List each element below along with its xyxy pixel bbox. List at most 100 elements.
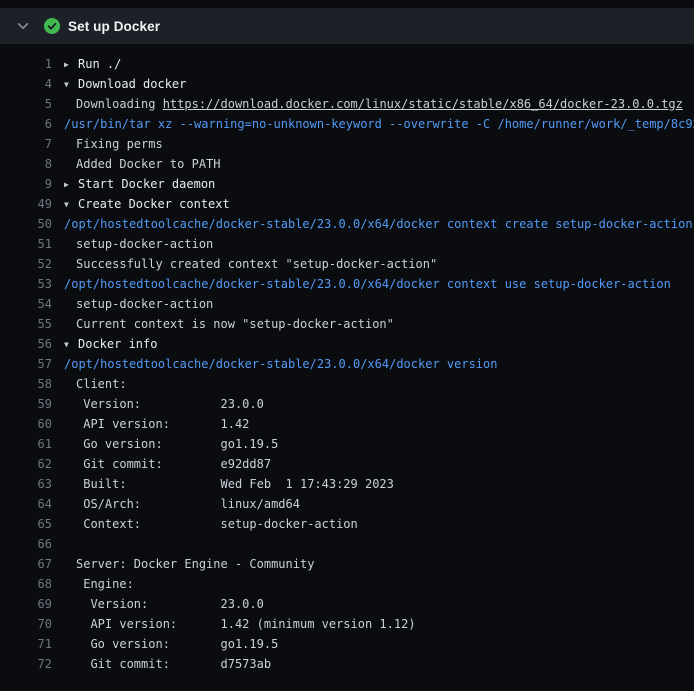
log-text: Git commit: e92dd87 (64, 454, 694, 474)
line-number[interactable]: 57 (0, 354, 52, 374)
log-line: 60 API version: 1.42 (0, 414, 694, 434)
log-command: /opt/hostedtoolcache/docker-stable/23.0.… (64, 274, 694, 294)
log-line: 9 ▶Start Docker daemon (0, 174, 694, 194)
line-number[interactable]: 8 (0, 154, 52, 174)
log-line: 53/opt/hostedtoolcache/docker-stable/23.… (0, 274, 694, 294)
line-number[interactable]: 59 (0, 394, 52, 414)
log-line: 52 Successfully created context "setup-do… (0, 254, 694, 274)
log-text: Current context is now "setup-docker-act… (64, 314, 694, 334)
log-line: 70 API version: 1.42 (minimum version 1.… (0, 614, 694, 634)
log-text (64, 534, 694, 554)
log-text: Built: Wed Feb 1 17:43:29 2023 (64, 474, 694, 494)
log-text: Added Docker to PATH (64, 154, 694, 174)
log-line: 1 ▶Run ./ (0, 54, 694, 74)
log-text: setup-docker-action (64, 294, 694, 314)
line-number[interactable]: 51 (0, 234, 52, 254)
line-number[interactable]: 69 (0, 594, 52, 614)
line-number[interactable]: 9 (0, 174, 52, 194)
log-line: 56 ▼Docker info (0, 334, 694, 354)
line-number[interactable]: 61 (0, 434, 52, 454)
line-number[interactable]: 60 (0, 414, 52, 434)
log-line: 49 ▼Create Docker context (0, 194, 694, 214)
log-text: Version: 23.0.0 (64, 394, 694, 414)
log-line: 69 Version: 23.0.0 (0, 594, 694, 614)
chevron-down-icon[interactable] (16, 18, 30, 34)
log-group-header[interactable]: ▶Run ./ (64, 54, 694, 74)
log-group-header[interactable]: ▼Download docker (64, 74, 694, 94)
line-number[interactable]: 4 (0, 74, 52, 94)
log-line: 64 OS/Arch: linux/amd64 (0, 494, 694, 514)
line-number[interactable]: 67 (0, 554, 52, 574)
log-line: 55 Current context is now "setup-docker-a… (0, 314, 694, 334)
log-group-header[interactable]: ▼Create Docker context (64, 194, 694, 214)
log-container: 1▶Run ./4▼Download docker5Downloading ht… (0, 44, 694, 674)
triangle-down-icon: ▼ (64, 335, 78, 354)
line-number[interactable]: 5 (0, 94, 52, 114)
log-group-header[interactable]: ▼Docker info (64, 334, 694, 354)
log-line: 7 Fixing perms (0, 134, 694, 154)
log-command: /usr/bin/tar xz --warning=no-unknown-key… (64, 114, 694, 134)
log-text-prefix: Downloading (76, 97, 163, 111)
log-text: API version: 1.42 (64, 414, 694, 434)
line-number[interactable]: 6 (0, 114, 52, 134)
log-line: 62 Git commit: e92dd87 (0, 454, 694, 474)
log-text: Successfully created context "setup-dock… (64, 254, 694, 274)
line-number[interactable]: 52 (0, 254, 52, 274)
log-line: 63 Built: Wed Feb 1 17:43:29 2023 (0, 474, 694, 494)
line-number[interactable]: 58 (0, 374, 52, 394)
log-line: 57/opt/hostedtoolcache/docker-stable/23.… (0, 354, 694, 374)
log-line: 67 Server: Docker Engine - Community (0, 554, 694, 574)
line-number[interactable]: 63 (0, 474, 52, 494)
log-line: 68 Engine: (0, 574, 694, 594)
line-number[interactable]: 56 (0, 334, 52, 354)
log-line: 61 Go version: go1.19.5 (0, 434, 694, 454)
log-text: OS/Arch: linux/amd64 (64, 494, 694, 514)
line-number[interactable]: 7 (0, 134, 52, 154)
log-line: 50/opt/hostedtoolcache/docker-stable/23.… (0, 214, 694, 234)
triangle-right-icon: ▶ (64, 55, 78, 74)
line-number[interactable]: 65 (0, 514, 52, 534)
log-text: Context: setup-docker-action (64, 514, 694, 534)
log-text: Version: 23.0.0 (64, 594, 694, 614)
group-title: Start Docker daemon (78, 177, 215, 191)
line-number[interactable]: 49 (0, 194, 52, 214)
line-number[interactable]: 54 (0, 294, 52, 314)
log-text: setup-docker-action (64, 234, 694, 254)
log-text: Downloading https://download.docker.com/… (64, 94, 694, 114)
line-number[interactable]: 70 (0, 614, 52, 634)
log-text: API version: 1.42 (minimum version 1.12) (64, 614, 694, 634)
log-line: 66 (0, 534, 694, 554)
log-line: 65 Context: setup-docker-action (0, 514, 694, 534)
check-circle-success-icon (44, 18, 60, 34)
log-line: 5 Downloading https://download.docker.com… (0, 94, 694, 114)
log-line: 59 Version: 23.0.0 (0, 394, 694, 414)
log-line: 4 ▼Download docker (0, 74, 694, 94)
line-number[interactable]: 1 (0, 54, 52, 74)
step-header[interactable]: Set up Docker (0, 8, 694, 44)
step-title: Set up Docker (68, 19, 160, 34)
group-title: Download docker (78, 77, 186, 91)
log-link[interactable]: https://download.docker.com/linux/static… (163, 97, 683, 111)
line-number[interactable]: 66 (0, 534, 52, 554)
line-number[interactable]: 55 (0, 314, 52, 334)
line-number[interactable]: 50 (0, 214, 52, 234)
log-line: 8 Added Docker to PATH (0, 154, 694, 174)
log-text: Fixing perms (64, 134, 694, 154)
log-text: Server: Docker Engine - Community (64, 554, 694, 574)
log-group-header[interactable]: ▶Start Docker daemon (64, 174, 694, 194)
log-line: 72 Git commit: d7573ab (0, 654, 694, 674)
log-text: Go version: go1.19.5 (64, 434, 694, 454)
line-number[interactable]: 71 (0, 634, 52, 654)
group-title: Create Docker context (78, 197, 230, 211)
line-number[interactable]: 62 (0, 454, 52, 474)
log-line: 71 Go version: go1.19.5 (0, 634, 694, 654)
line-number[interactable]: 64 (0, 494, 52, 514)
line-number[interactable]: 68 (0, 574, 52, 594)
log-line: 51 setup-docker-action (0, 234, 694, 254)
log-command: /opt/hostedtoolcache/docker-stable/23.0.… (64, 214, 694, 234)
log-text: Client: (64, 374, 694, 394)
line-number[interactable]: 72 (0, 654, 52, 674)
group-title: Docker info (78, 337, 157, 351)
group-title: Run ./ (78, 57, 121, 71)
line-number[interactable]: 53 (0, 274, 52, 294)
